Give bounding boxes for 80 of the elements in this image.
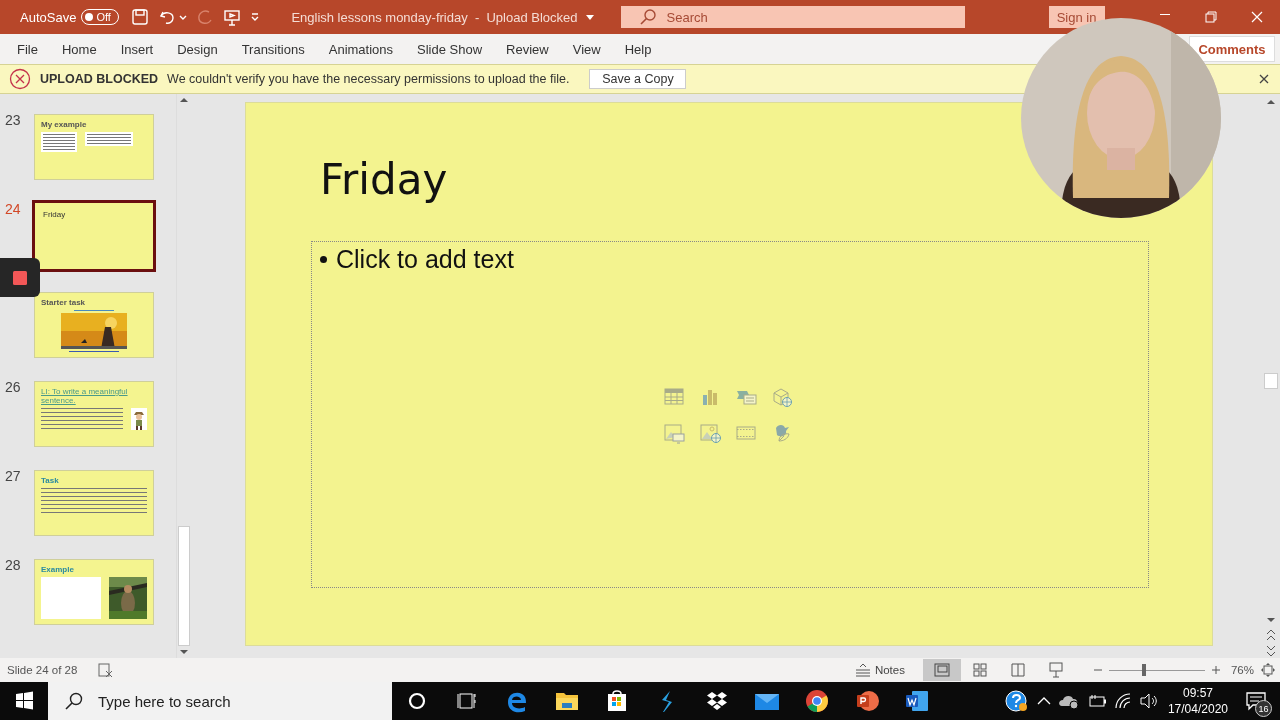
close-icon[interactable]	[1257, 72, 1271, 86]
autosave-label: AutoSave	[20, 9, 77, 25]
text-line	[43, 146, 75, 147]
explorer-figure-icon	[131, 408, 147, 430]
ribbon-tab[interactable]: Animations	[316, 41, 406, 57]
previous-slide-icon[interactable]	[1265, 628, 1277, 642]
thumbnail-title: LI: To write a meaningful sentence.	[41, 387, 129, 405]
comments-button[interactable]: Comments	[1189, 36, 1275, 62]
text-line	[43, 149, 75, 150]
slide-number: 23	[4, 112, 22, 128]
ribbon-tab[interactable]: Transitions	[229, 41, 317, 57]
clock-date: 17/04/2020	[1167, 701, 1228, 717]
slide-counter: Slide 24 of 28	[7, 664, 78, 676]
search-field[interactable]: Search	[620, 6, 965, 28]
slide-thumbnail[interactable]: Example	[34, 559, 154, 625]
scrollbar-thumb[interactable]	[1264, 373, 1278, 389]
zoom-slider-thumb[interactable]	[1141, 664, 1146, 676]
notification-icon[interactable]	[1245, 690, 1267, 712]
slide-thumbnail[interactable]: Friday	[32, 200, 156, 272]
notification-count: 16	[1255, 700, 1272, 717]
fit-to-window-icon[interactable]	[1260, 662, 1276, 678]
notes-button[interactable]: Notes	[854, 663, 905, 677]
thumbnail-title: Example	[41, 565, 75, 574]
next-slide-icon[interactable]	[1265, 644, 1277, 658]
thumbnail-title: Friday	[43, 210, 67, 219]
ribbon-tab[interactable]: Help	[612, 41, 664, 57]
caret-icon	[584, 12, 595, 22]
ribbon-tab[interactable]: Review	[494, 41, 561, 57]
text-line	[69, 351, 119, 352]
stop-icon	[13, 270, 27, 285]
save-icon[interactable]	[131, 8, 150, 26]
text-line	[43, 137, 75, 138]
thumbnail-title: My example	[41, 120, 88, 129]
text-box	[41, 577, 101, 619]
slide-number: 28	[4, 557, 22, 573]
thumbnail-title: Task	[41, 476, 60, 485]
text-line	[87, 140, 131, 141]
ribbon-tab[interactable]: Slide Show	[405, 41, 495, 57]
zoom-percentage[interactable]: 76%	[1230, 664, 1254, 676]
scrollbar-thumb[interactable]	[178, 526, 190, 646]
text-line	[74, 310, 114, 311]
message-text: We couldn't verify you have the necessary permissions to upload the file.	[167, 72, 570, 86]
presentation-icon[interactable]	[223, 8, 242, 26]
text-line	[43, 143, 75, 144]
placeholder-text[interactable]: Click to add text	[320, 245, 514, 274]
text-line	[87, 137, 131, 138]
search-icon	[638, 8, 657, 26]
slide-thumbnail[interactable]: Starter task	[34, 292, 154, 358]
thumbnail-title: Starter task	[41, 298, 87, 307]
normal-view-icon[interactable]	[922, 659, 961, 681]
scrollbar[interactable]	[176, 94, 191, 658]
text-line	[43, 140, 75, 141]
ribbon-tab[interactable]: Insert	[108, 41, 166, 57]
stop-recording-button[interactable]	[0, 258, 40, 297]
content-placeholder[interactable]: Click to add text	[311, 241, 1149, 588]
text-line	[87, 143, 131, 144]
accessibility-icon[interactable]	[97, 662, 114, 678]
clock-time: 09:57	[1182, 685, 1213, 701]
taskbar-search-field[interactable]: Type here to search	[48, 682, 392, 720]
document-title-button[interactable]: English lessons monday-friday - Upload Blocked	[291, 9, 595, 25]
save-a-copy-button[interactable]: Save a Copy	[589, 69, 687, 89]
zoom-slider[interactable]	[1108, 664, 1205, 676]
ribbon-tab[interactable]: File	[5, 41, 50, 57]
slide-number: 26	[4, 379, 22, 395]
clock-button[interactable]: 09:57 17/04/2020	[1167, 685, 1228, 717]
notes-icon	[854, 663, 871, 677]
ribbon-tab[interactable]: Design	[165, 41, 230, 57]
text-line	[87, 134, 131, 135]
search-icon	[64, 691, 84, 711]
slide-thumbnail[interactable]: My example	[34, 114, 154, 180]
error-icon	[9, 68, 31, 90]
slide-thumbnail[interactable]: Task	[34, 470, 154, 536]
ribbon-tab[interactable]: View	[560, 41, 613, 57]
slide-number: 24	[4, 201, 22, 217]
slide-title[interactable]: Friday	[320, 155, 520, 204]
sign-in-button[interactable]: Sign in	[1048, 6, 1105, 28]
ribbon-tab[interactable]: Home	[49, 41, 109, 57]
message-title: UPLOAD BLOCKED	[40, 72, 159, 86]
text-line	[43, 134, 75, 135]
slide-number: 27	[4, 468, 22, 484]
